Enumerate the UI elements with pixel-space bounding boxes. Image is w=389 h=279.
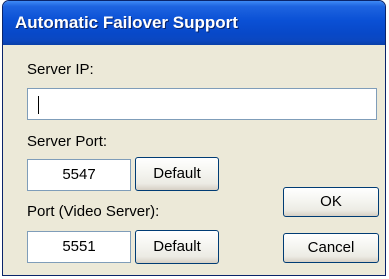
text-caret [38, 96, 39, 114]
cancel-button[interactable]: Cancel [283, 233, 379, 263]
video-port-default-label: Default [153, 238, 201, 255]
title-bar[interactable]: Automatic Failover Support [3, 1, 385, 45]
cancel-label: Cancel [307, 239, 355, 256]
server-port-default-button[interactable]: Default [135, 157, 219, 191]
ok-button[interactable]: OK [283, 187, 379, 217]
ok-label: OK [320, 193, 342, 210]
dialog-body: Server IP: Server Port: 5547 Default Por… [7, 45, 381, 271]
server-ip-label: Server IP: [27, 61, 94, 78]
video-port-value: 5551 [62, 238, 96, 255]
server-port-input[interactable]: 5547 [27, 159, 131, 191]
video-port-input[interactable]: 5551 [27, 231, 131, 263]
video-port-label: Port (Video Server): [27, 203, 160, 220]
server-port-default-label: Default [153, 165, 201, 182]
window-title: Automatic Failover Support [15, 13, 238, 32]
server-port-label: Server Port: [27, 133, 108, 150]
video-port-default-button[interactable]: Default [135, 230, 219, 264]
server-ip-input[interactable] [27, 88, 377, 120]
server-port-value: 5547 [62, 166, 96, 183]
dialog-window: Automatic Failover Support Server IP: Se… [2, 0, 386, 276]
